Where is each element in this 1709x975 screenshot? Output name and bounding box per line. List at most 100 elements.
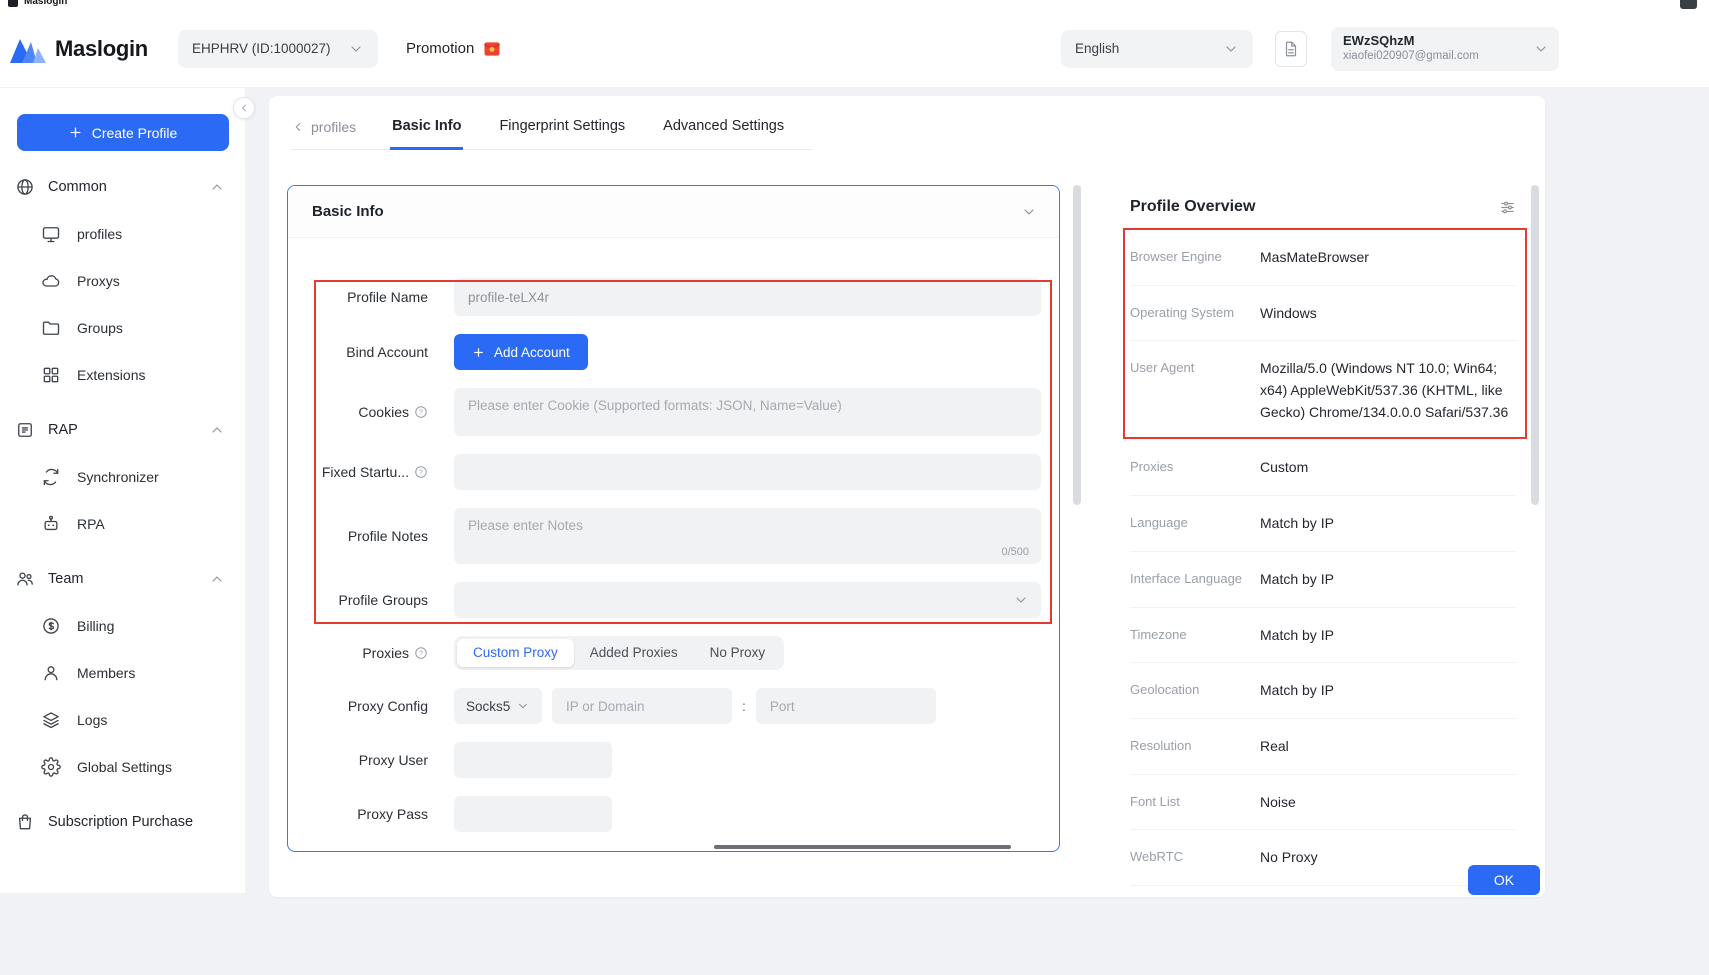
plus-icon bbox=[68, 125, 83, 140]
info-icon[interactable]: ? bbox=[414, 465, 428, 479]
chevron-down-icon bbox=[348, 41, 364, 57]
panel-title: Basic Info bbox=[312, 203, 384, 220]
segment-custom-proxy[interactable]: Custom Proxy bbox=[457, 639, 574, 667]
basic-info-panel-header[interactable]: Basic Info bbox=[288, 186, 1059, 238]
overview-row-label: User Agent bbox=[1130, 358, 1260, 423]
sync-icon bbox=[41, 467, 61, 487]
user-name: EWzSQhzM bbox=[1343, 33, 1533, 49]
docs-button[interactable] bbox=[1275, 31, 1307, 67]
sidebar-section-common[interactable]: Common bbox=[0, 163, 245, 210]
overview-row: Proxies Custom bbox=[1130, 440, 1516, 496]
tabs-bar: profiles Basic Info Fingerprint Settings… bbox=[291, 116, 812, 150]
sidebar-item-label: Global Settings bbox=[77, 759, 172, 775]
sidebar-item-members[interactable]: Members bbox=[0, 649, 245, 696]
sidebar-item-subscription-purchase[interactable]: Subscription Purchase bbox=[0, 798, 245, 845]
tab-advanced-settings[interactable]: Advanced Settings bbox=[661, 116, 786, 150]
sidebar-item-label: Groups bbox=[77, 320, 123, 336]
proxy-separator: : bbox=[742, 698, 746, 714]
filter-settings-icon[interactable] bbox=[1499, 199, 1516, 216]
sidebar-item-label: profiles bbox=[77, 226, 122, 242]
overview-row: Language Match by IP bbox=[1130, 496, 1516, 552]
monitor-icon bbox=[41, 224, 61, 244]
info-icon[interactable]: ? bbox=[414, 405, 428, 419]
overview-row-value: Real bbox=[1260, 736, 1516, 758]
cookies-textarea[interactable] bbox=[454, 388, 1041, 436]
segment-added-proxies[interactable]: Added Proxies bbox=[574, 639, 694, 667]
workspace-label: EHPHRV (ID:1000027) bbox=[192, 41, 331, 56]
form-scrollbar[interactable] bbox=[1073, 185, 1081, 505]
sidebar-item-profiles[interactable]: profiles bbox=[0, 210, 245, 257]
proxy-user-input[interactable] bbox=[454, 742, 612, 778]
window-title: Maslogin bbox=[24, 0, 67, 7]
sidebar-collapse-toggle[interactable] bbox=[233, 97, 255, 119]
cookies-label: Cookies bbox=[358, 404, 409, 420]
info-icon[interactable]: ? bbox=[414, 646, 428, 660]
svg-text:?: ? bbox=[419, 409, 423, 416]
overview-row-label: Interface Language bbox=[1130, 569, 1260, 591]
overview-row-label: WebRTC bbox=[1130, 847, 1260, 869]
back-to-profiles-link[interactable]: profiles bbox=[291, 119, 356, 149]
sidebar-item-proxys[interactable]: Proxys bbox=[0, 257, 245, 304]
tab-fingerprint-settings[interactable]: Fingerprint Settings bbox=[497, 116, 627, 150]
overview-row-value: Match by IP bbox=[1260, 625, 1516, 647]
maslogin-logo-icon bbox=[10, 35, 46, 63]
basic-info-panel: Basic Info Profile Name Bind Account bbox=[287, 185, 1060, 852]
overview-row-label: Proxies bbox=[1130, 457, 1260, 479]
sidebar: Create Profile Common profiles Proxys bbox=[0, 88, 245, 893]
sidebar-item-label: Synchronizer bbox=[77, 469, 159, 485]
sidebar-section-rap[interactable]: RAP bbox=[0, 406, 245, 453]
app-header: Maslogin EHPHRV (ID:1000027) Promotion E… bbox=[0, 0, 1709, 88]
sidebar-item-billing[interactable]: Billing bbox=[0, 602, 245, 649]
user-email: xiaofei020907@gmail.com bbox=[1343, 49, 1533, 63]
chevron-down-icon bbox=[1533, 41, 1549, 57]
proxy-pass-row: Proxy Pass bbox=[316, 796, 1041, 832]
overview-scrollbar[interactable] bbox=[1531, 185, 1539, 505]
sidebar-item-global-settings[interactable]: Global Settings bbox=[0, 743, 245, 790]
overview-row-value: Match by IP bbox=[1260, 680, 1516, 702]
tab-basic-info[interactable]: Basic Info bbox=[390, 116, 463, 150]
chevron-up-icon bbox=[209, 571, 225, 587]
gear-icon bbox=[41, 757, 61, 777]
proxy-ip-input[interactable] bbox=[552, 688, 732, 724]
sidebar-item-extensions[interactable]: Extensions bbox=[0, 351, 245, 398]
profile-groups-select[interactable] bbox=[454, 582, 1041, 618]
proxy-user-row: Proxy User bbox=[316, 742, 1041, 778]
profile-overview-panel: Profile Overview Browser Engine MasMateB… bbox=[1110, 185, 1540, 886]
profile-notes-textarea[interactable] bbox=[454, 508, 1041, 564]
add-account-button[interactable]: Add Account bbox=[454, 334, 588, 370]
window-app-icon bbox=[8, 0, 18, 7]
sidebar-item-groups[interactable]: Groups bbox=[0, 304, 245, 351]
overview-row-value: Match by IP bbox=[1260, 513, 1516, 535]
profile-name-input[interactable] bbox=[454, 278, 1041, 316]
language-selector[interactable]: English bbox=[1061, 30, 1253, 68]
promotion-link[interactable]: Promotion bbox=[406, 39, 502, 59]
sidebar-section-team[interactable]: Team bbox=[0, 555, 245, 602]
overview-row: User Agent Mozilla/5.0 (Windows NT 10.0;… bbox=[1130, 341, 1516, 440]
proxy-port-input[interactable] bbox=[756, 688, 936, 724]
horizontal-scrollbar[interactable] bbox=[714, 845, 1011, 849]
sidebar-item-label: Extensions bbox=[77, 367, 145, 383]
overview-row-label: Timezone bbox=[1130, 625, 1260, 647]
create-profile-button[interactable]: Create Profile bbox=[17, 114, 229, 151]
profile-groups-row: Profile Groups bbox=[316, 582, 1041, 618]
overview-row: Browser Engine MasMateBrowser bbox=[1130, 230, 1516, 286]
cloud-icon bbox=[41, 271, 61, 291]
sidebar-item-synchronizer[interactable]: Synchronizer bbox=[0, 453, 245, 500]
user-account-menu[interactable]: EWzSQhzM xiaofei020907@gmail.com bbox=[1331, 27, 1559, 71]
proxy-user-label: Proxy User bbox=[316, 752, 428, 768]
chevron-down-icon bbox=[1021, 204, 1037, 220]
proxy-pass-input[interactable] bbox=[454, 796, 612, 832]
sidebar-item-logs[interactable]: Logs bbox=[0, 696, 245, 743]
member-icon bbox=[41, 663, 61, 683]
content-card: profiles Basic Info Fingerprint Settings… bbox=[269, 96, 1545, 897]
proxy-protocol-select[interactable]: Socks5 bbox=[454, 688, 542, 724]
sidebar-section-label: Common bbox=[48, 179, 107, 195]
ok-button[interactable]: OK bbox=[1468, 865, 1540, 895]
language-label: English bbox=[1075, 41, 1119, 56]
sidebar-item-rpa[interactable]: RPA bbox=[0, 500, 245, 547]
workspace-selector[interactable]: EHPHRV (ID:1000027) bbox=[178, 30, 378, 68]
fixed-startup-input[interactable] bbox=[454, 454, 1041, 490]
segment-no-proxy[interactable]: No Proxy bbox=[694, 639, 782, 667]
svg-text:?: ? bbox=[419, 650, 423, 657]
rap-icon bbox=[15, 420, 35, 440]
